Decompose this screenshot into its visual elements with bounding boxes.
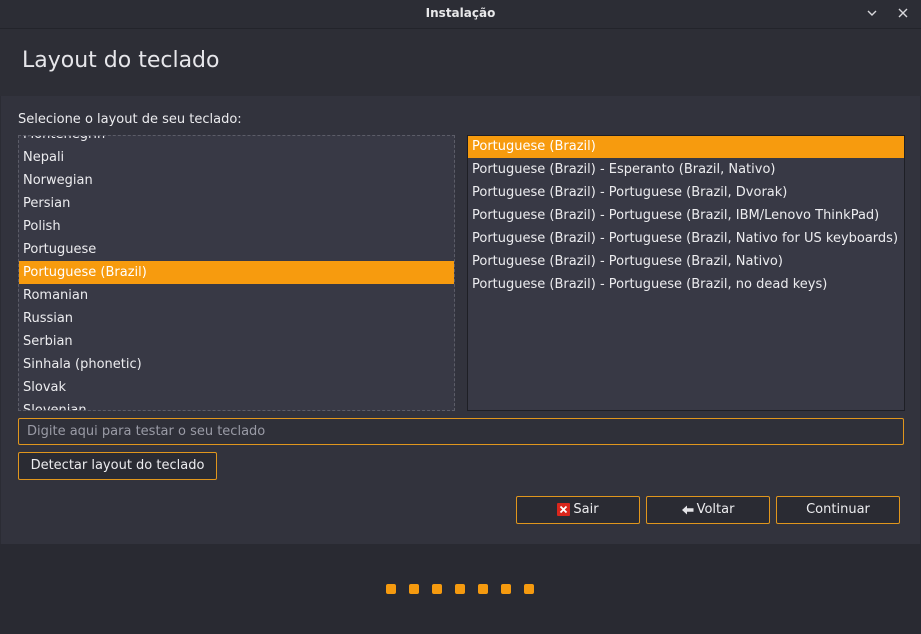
list-item[interactable]: Slovenian bbox=[19, 399, 454, 410]
footer bbox=[0, 544, 921, 634]
keyboard-test-input[interactable] bbox=[18, 418, 904, 445]
list-item[interactable]: Russian bbox=[19, 307, 454, 330]
list-item[interactable]: Norwegian bbox=[19, 169, 454, 192]
progress-dot bbox=[501, 584, 511, 594]
list-item[interactable]: Portuguese (Brazil) bbox=[19, 261, 454, 284]
layout-prompt: Selecione o layout de seu teclado: bbox=[18, 112, 242, 127]
progress-dot bbox=[432, 584, 442, 594]
list-item[interactable]: Nepali bbox=[19, 146, 454, 169]
list-item[interactable]: Persian bbox=[19, 192, 454, 215]
title-bar: Instalação bbox=[0, 0, 921, 29]
list-item[interactable]: Montenegrin bbox=[19, 136, 454, 146]
detect-layout-button[interactable]: Detectar layout do teclado bbox=[18, 452, 217, 480]
list-item[interactable]: Portuguese (Brazil) - Portuguese (Brazil… bbox=[468, 181, 904, 204]
list-item[interactable]: Slovak bbox=[19, 376, 454, 399]
arrow-left-icon bbox=[681, 505, 694, 514]
progress-dot bbox=[478, 584, 488, 594]
progress-dot bbox=[409, 584, 419, 594]
close-red-icon bbox=[557, 503, 571, 516]
list-item[interactable]: Portuguese (Brazil) - Portuguese (Brazil… bbox=[468, 204, 904, 227]
list-item[interactable]: Serbian bbox=[19, 330, 454, 353]
list-item[interactable]: Portuguese (Brazil) - Portuguese (Brazil… bbox=[468, 250, 904, 273]
progress-dot bbox=[524, 584, 534, 594]
page-header: Layout do teclado bbox=[0, 29, 921, 96]
list-item[interactable]: Polish bbox=[19, 215, 454, 238]
quit-button[interactable]: Sair bbox=[516, 496, 640, 524]
progress-dot bbox=[455, 584, 465, 594]
list-item[interactable]: Portuguese (Brazil) - Portuguese (Brazil… bbox=[468, 227, 904, 250]
continue-button[interactable]: Continuar bbox=[776, 496, 900, 524]
layout-list[interactable]: MontenegrinNepaliNorwegianPersianPolishP… bbox=[18, 135, 455, 411]
window-title: Instalação bbox=[425, 6, 496, 20]
installer-window: Instalação Layout do teclado Selecione o… bbox=[0, 0, 921, 634]
list-item[interactable]: Portuguese (Brazil) - Esperanto (Brazil,… bbox=[468, 158, 904, 181]
page-title: Layout do teclado bbox=[22, 48, 220, 73]
progress-dot bbox=[386, 584, 396, 594]
list-item[interactable]: Romanian bbox=[19, 284, 454, 307]
minimize-icon[interactable] bbox=[865, 6, 879, 20]
list-item[interactable]: Portuguese bbox=[19, 238, 454, 261]
list-item[interactable]: Portuguese (Brazil) - Portuguese (Brazil… bbox=[468, 273, 904, 296]
quit-button-label: Sair bbox=[573, 502, 599, 517]
close-icon[interactable] bbox=[896, 6, 910, 20]
list-item[interactable]: Sinhala (phonetic) bbox=[19, 353, 454, 376]
back-button[interactable]: Voltar bbox=[646, 496, 770, 524]
list-item[interactable]: Portuguese (Brazil) bbox=[468, 136, 904, 158]
back-button-label: Voltar bbox=[696, 502, 735, 517]
main-content: Selecione o layout de seu teclado: Monte… bbox=[1, 96, 920, 544]
variant-list[interactable]: Portuguese (Brazil) Portuguese (Brazil) -… bbox=[467, 135, 905, 411]
